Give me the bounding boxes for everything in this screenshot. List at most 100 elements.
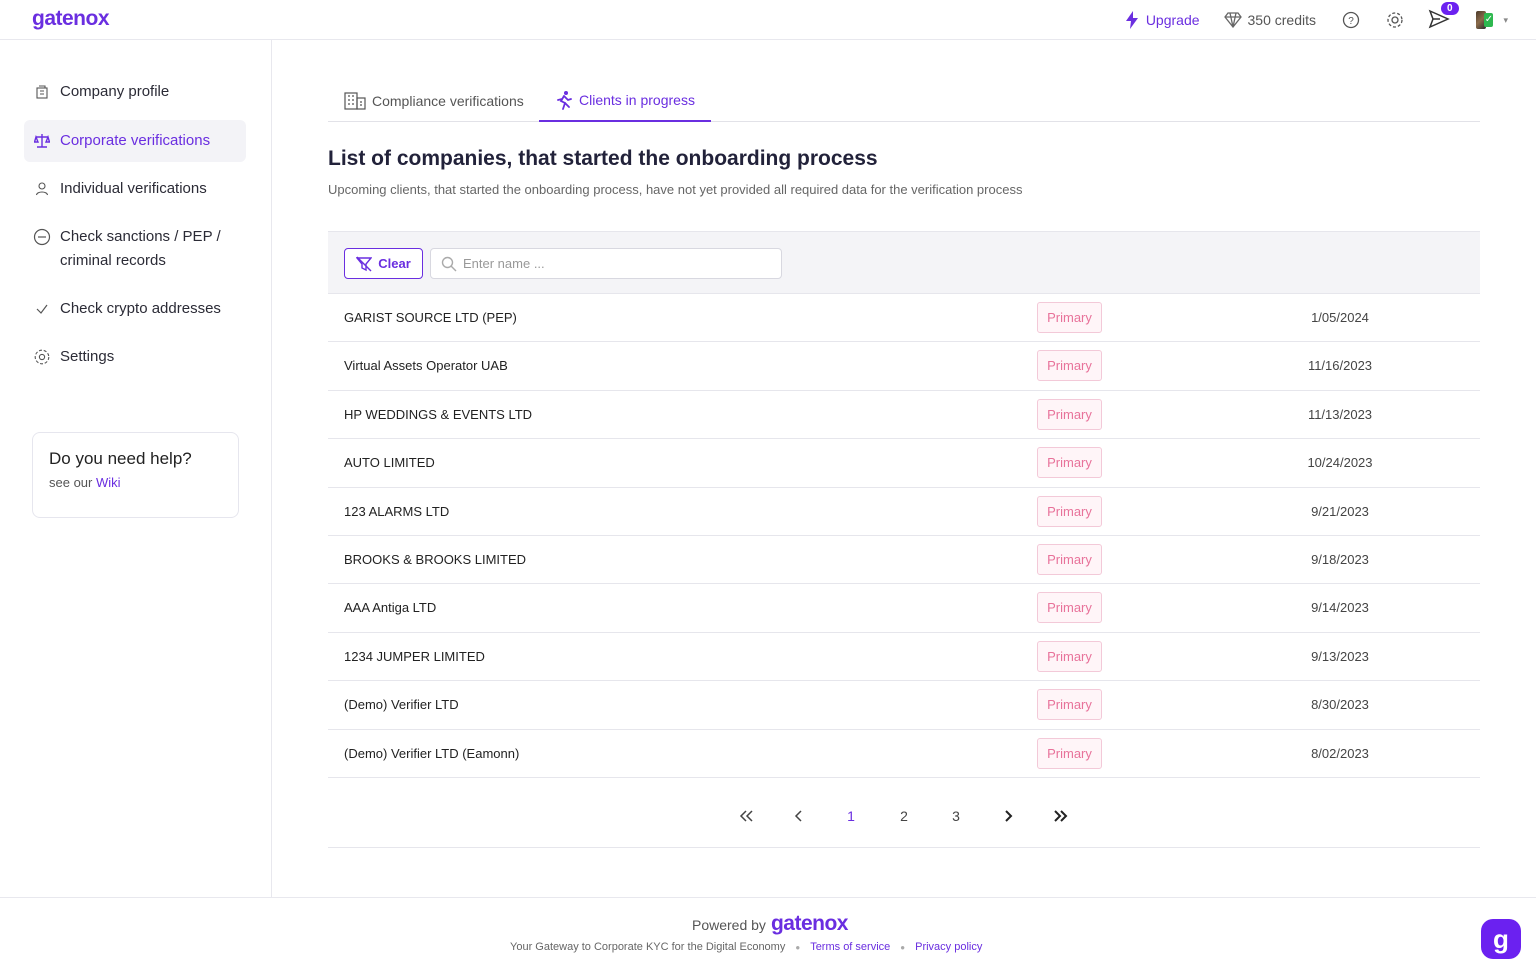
page-button-3[interactable]: 3 (942, 804, 970, 828)
notification-badge: 0 (1441, 2, 1459, 15)
status-badge: Primary (1037, 640, 1102, 672)
table-row[interactable]: (Demo) Verifier LTD Primary 8/30/2023 (328, 681, 1480, 730)
page-button-2[interactable]: 2 (890, 804, 918, 828)
user-avatar[interactable]: ✓ ▾ (1476, 10, 1508, 30)
upgrade-label: Upgrade (1145, 12, 1200, 28)
clients-list: GARIST SOURCE LTD (PEP) Primary 1/05/2024 … (328, 294, 1480, 778)
table-row[interactable]: GARIST SOURCE LTD (PEP) Primary 1/05/2024 (328, 294, 1480, 343)
verified-check-icon: ✓ (1484, 13, 1494, 27)
footer-tagline: Your Gateway to Corporate KYC for the Di… (510, 941, 786, 953)
row-date: 8/30/2023 (1311, 697, 1369, 713)
gear-icon (32, 345, 52, 369)
notifications-button[interactable]: 0 (1428, 2, 1459, 31)
sidebar-item-label: Company profile (60, 83, 170, 100)
sidebar-item-label: Individual verifications (60, 180, 207, 197)
chevron-right-icon (1005, 810, 1013, 822)
sidebar-item-corporate-verifications[interactable]: Corporate verifications (24, 120, 246, 162)
company-name: AUTO LIMITED (344, 455, 435, 471)
table-row[interactable]: Virtual Assets Operator UAB Primary 11/16/… (328, 342, 1480, 391)
row-date: 11/16/2023 (1307, 358, 1373, 374)
help-title: Do you need help? (49, 449, 192, 468)
company-name: 1234 JUMPER LIMITED (344, 648, 485, 664)
double-chevron-left-icon (739, 810, 753, 822)
status-badge: Primary (1037, 543, 1102, 575)
tab-compliance-verifications[interactable]: Compliance verifications (344, 80, 524, 122)
filter-off-icon (356, 256, 373, 271)
status-badge: Primary (1037, 737, 1102, 769)
diamond-icon (1223, 12, 1242, 28)
row-date: 11/13/2023 (1307, 406, 1373, 422)
sidebar-item-settings[interactable]: Settings (24, 336, 246, 378)
search-input[interactable] (463, 256, 763, 271)
help-prefix: see our (49, 475, 93, 490)
gear-icon[interactable] (1384, 9, 1406, 31)
sidebar-item-individual-verifications[interactable]: Individual verifications (24, 168, 246, 210)
table-row[interactable]: BROOKS & BROOKS LIMITED Primary 9/18/2023 (328, 536, 1480, 585)
app-logo[interactable]: gatenox (32, 7, 110, 31)
row-date: 9/21/2023 (1311, 503, 1369, 519)
double-chevron-right-icon (1054, 810, 1068, 822)
company-name: HP WEDDINGS & EVENTS LTD (344, 406, 533, 422)
sidebar-item-check-crypto[interactable]: Check crypto addresses (24, 288, 246, 330)
tab-label: Compliance verifications (372, 93, 524, 109)
clear-label: Clear (378, 256, 411, 271)
status-badge: Primary (1037, 302, 1102, 333)
search-icon (441, 256, 457, 271)
separator-dot: ● (900, 942, 906, 952)
last-page-button[interactable] (1047, 804, 1075, 828)
tab-clients-in-progress[interactable]: Clients in progress (539, 80, 711, 122)
company-name: AAA Antiga LTD (344, 600, 437, 616)
scale-icon (32, 129, 52, 153)
table-row[interactable]: HP WEDDINGS & EVENTS LTD Primary 11/13/202… (328, 391, 1480, 440)
table-row[interactable]: 123 ALARMS LTD Primary 9/21/2023 (328, 488, 1480, 536)
footer: Powered by gatenox Your Gateway to Corpo… (0, 897, 1536, 974)
sidebar-item-label: Settings (60, 348, 115, 365)
first-page-button[interactable] (732, 804, 760, 828)
sidebar-item-label: Check sanctions / PEP / criminal records (60, 228, 221, 269)
chat-button[interactable]: g (1481, 919, 1521, 959)
sidebar-item-check-sanctions[interactable]: Check sanctions / PEP / criminal records (24, 216, 246, 282)
sidebar-item-label: Check crypto addresses (60, 300, 221, 317)
building-grid-icon (344, 92, 366, 110)
company-name: 123 ALARMS LTD (344, 503, 450, 519)
tab-label: Clients in progress (579, 92, 695, 108)
table-row[interactable]: AAA Antiga LTD Primary 9/14/2023 (328, 584, 1480, 633)
check-icon (32, 297, 52, 321)
privacy-link[interactable]: Privacy policy (915, 941, 982, 953)
status-badge: Primary (1037, 447, 1102, 479)
sidebar-item-company-profile[interactable]: Company profile (24, 71, 246, 113)
svg-text:?: ? (1348, 16, 1354, 27)
table-row[interactable]: (Demo) Verifier LTD (Eamonn) Primary 8/02/… (328, 730, 1480, 778)
row-date: 1/05/2024 (1311, 310, 1369, 325)
status-badge: Primary (1037, 592, 1102, 624)
row-date: 8/02/2023 (1311, 745, 1369, 761)
page-subtitle: Upcoming clients, that started the onboa… (328, 182, 1023, 197)
table-row[interactable]: AUTO LIMITED Primary 10/24/2023 (328, 439, 1480, 488)
page-button-1[interactable]: 1 (837, 804, 865, 828)
building-icon (32, 80, 52, 104)
credits-display[interactable]: 350 credits (1223, 12, 1316, 28)
upgrade-button[interactable]: Upgrade (1124, 11, 1200, 29)
separator-dot: ● (795, 942, 801, 952)
row-date: 9/14/2023 (1311, 600, 1369, 616)
help-icon[interactable]: ? (1340, 9, 1362, 31)
footer-logo[interactable]: gatenox (771, 912, 849, 936)
wiki-link[interactable]: Wiki (96, 475, 121, 490)
row-date: 10/24/2023 (1307, 455, 1373, 471)
search-box (430, 248, 782, 279)
table-row[interactable]: 1234 JUMPER LIMITED Primary 9/13/2023 (328, 633, 1480, 682)
minus-circle-icon (32, 225, 52, 249)
clear-filter-button[interactable]: Clear (344, 248, 423, 279)
powered-by: Powered by gatenox (692, 912, 848, 936)
credits-label: 350 credits (1247, 12, 1316, 28)
tabs: Compliance verifications Clients in prog… (328, 80, 1480, 122)
company-name: GARIST SOURCE LTD (PEP) (344, 310, 517, 325)
powered-by-label: Powered by (692, 917, 766, 933)
terms-link[interactable]: Terms of service (810, 941, 890, 953)
prev-page-button[interactable] (785, 804, 813, 828)
filter-bar: Clear (328, 231, 1480, 294)
status-badge: Primary (1037, 689, 1102, 721)
help-box: Do you need help? see our Wiki (32, 432, 239, 518)
top-bar: gatenox Upgrade 350 credits ? 0 ✓ ▾ (0, 0, 1536, 40)
next-page-button[interactable] (994, 804, 1022, 828)
